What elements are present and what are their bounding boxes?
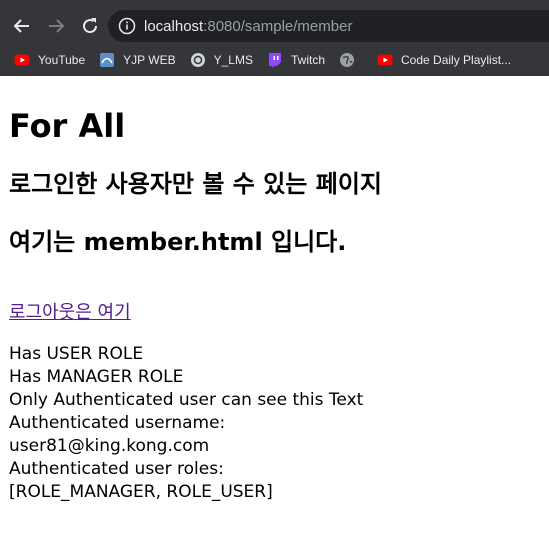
bookmark-label: Twitch [290, 53, 325, 67]
page-title: For All [9, 107, 126, 145]
browser-toolbar: localhost:8080/sample/member [0, 6, 549, 46]
bookmark-youtube[interactable]: YouTube [14, 52, 85, 68]
manager-role-text: Has MANAGER ROLE [9, 367, 184, 387]
logout-link[interactable]: 로그아웃은 여기 [9, 302, 131, 324]
bookmark-yjp-web[interactable]: YJP WEB [99, 52, 176, 68]
url-path: :8080/sample/member [203, 17, 353, 35]
page-subtitle: 로그인한 사용자만 볼 수 있는 페이지 [9, 170, 382, 198]
reload-icon [83, 18, 98, 34]
youtube-icon [377, 54, 393, 66]
roles-label: Authenticated user roles: [9, 459, 224, 479]
bookmark-globe[interactable] [339, 52, 363, 68]
yjp-web-icon [100, 53, 115, 67]
roles-value: [ROLE_MANAGER, ROLE_USER] [9, 482, 273, 502]
bookmark-y-lms[interactable]: Y_LMS [190, 52, 253, 68]
info-icon[interactable] [118, 17, 136, 35]
username-value: user81@king.kong.com [9, 436, 210, 456]
bookmark-twitch[interactable]: Twitch [267, 52, 325, 68]
forward-arrow-icon [49, 19, 65, 33]
reload-button[interactable] [78, 14, 102, 38]
authenticated-text: Only Authenticated user can see this Tex… [9, 390, 364, 410]
y-lms-icon [190, 53, 205, 67]
back-button[interactable] [10, 14, 34, 38]
bookmarks-bar: YouTube YJP WEB Y_LMS Twitch Code Daily … [0, 46, 549, 74]
bookmark-label: Y_LMS [213, 53, 253, 67]
address-bar[interactable]: localhost:8080/sample/member [108, 10, 549, 42]
browser-chrome: localhost:8080/sample/member YouTube YJP… [0, 0, 549, 76]
bookmark-label: YJP WEB [123, 53, 176, 67]
url-host: localhost [144, 17, 204, 35]
page-content: For All 로그인한 사용자만 볼 수 있는 페이지 여기는 member.… [9, 76, 539, 504]
twitch-icon [268, 53, 281, 68]
forward-button[interactable] [44, 14, 68, 38]
user-role-text: Has USER ROLE [9, 344, 144, 364]
back-arrow-icon [13, 19, 29, 33]
username-label: Authenticated username: [9, 413, 226, 433]
bookmark-label: Code Daily Playlist... [401, 53, 512, 67]
bookmark-label: YouTube [38, 53, 86, 67]
globe-icon [340, 53, 354, 67]
bookmark-code-daily[interactable]: Code Daily Playlist... [377, 52, 511, 68]
role-info: Has USER ROLE Has MANAGER ROLE Only Auth… [9, 343, 539, 504]
page-heading: 여기는 member.html 입니다. [9, 228, 347, 256]
youtube-icon [14, 54, 30, 66]
